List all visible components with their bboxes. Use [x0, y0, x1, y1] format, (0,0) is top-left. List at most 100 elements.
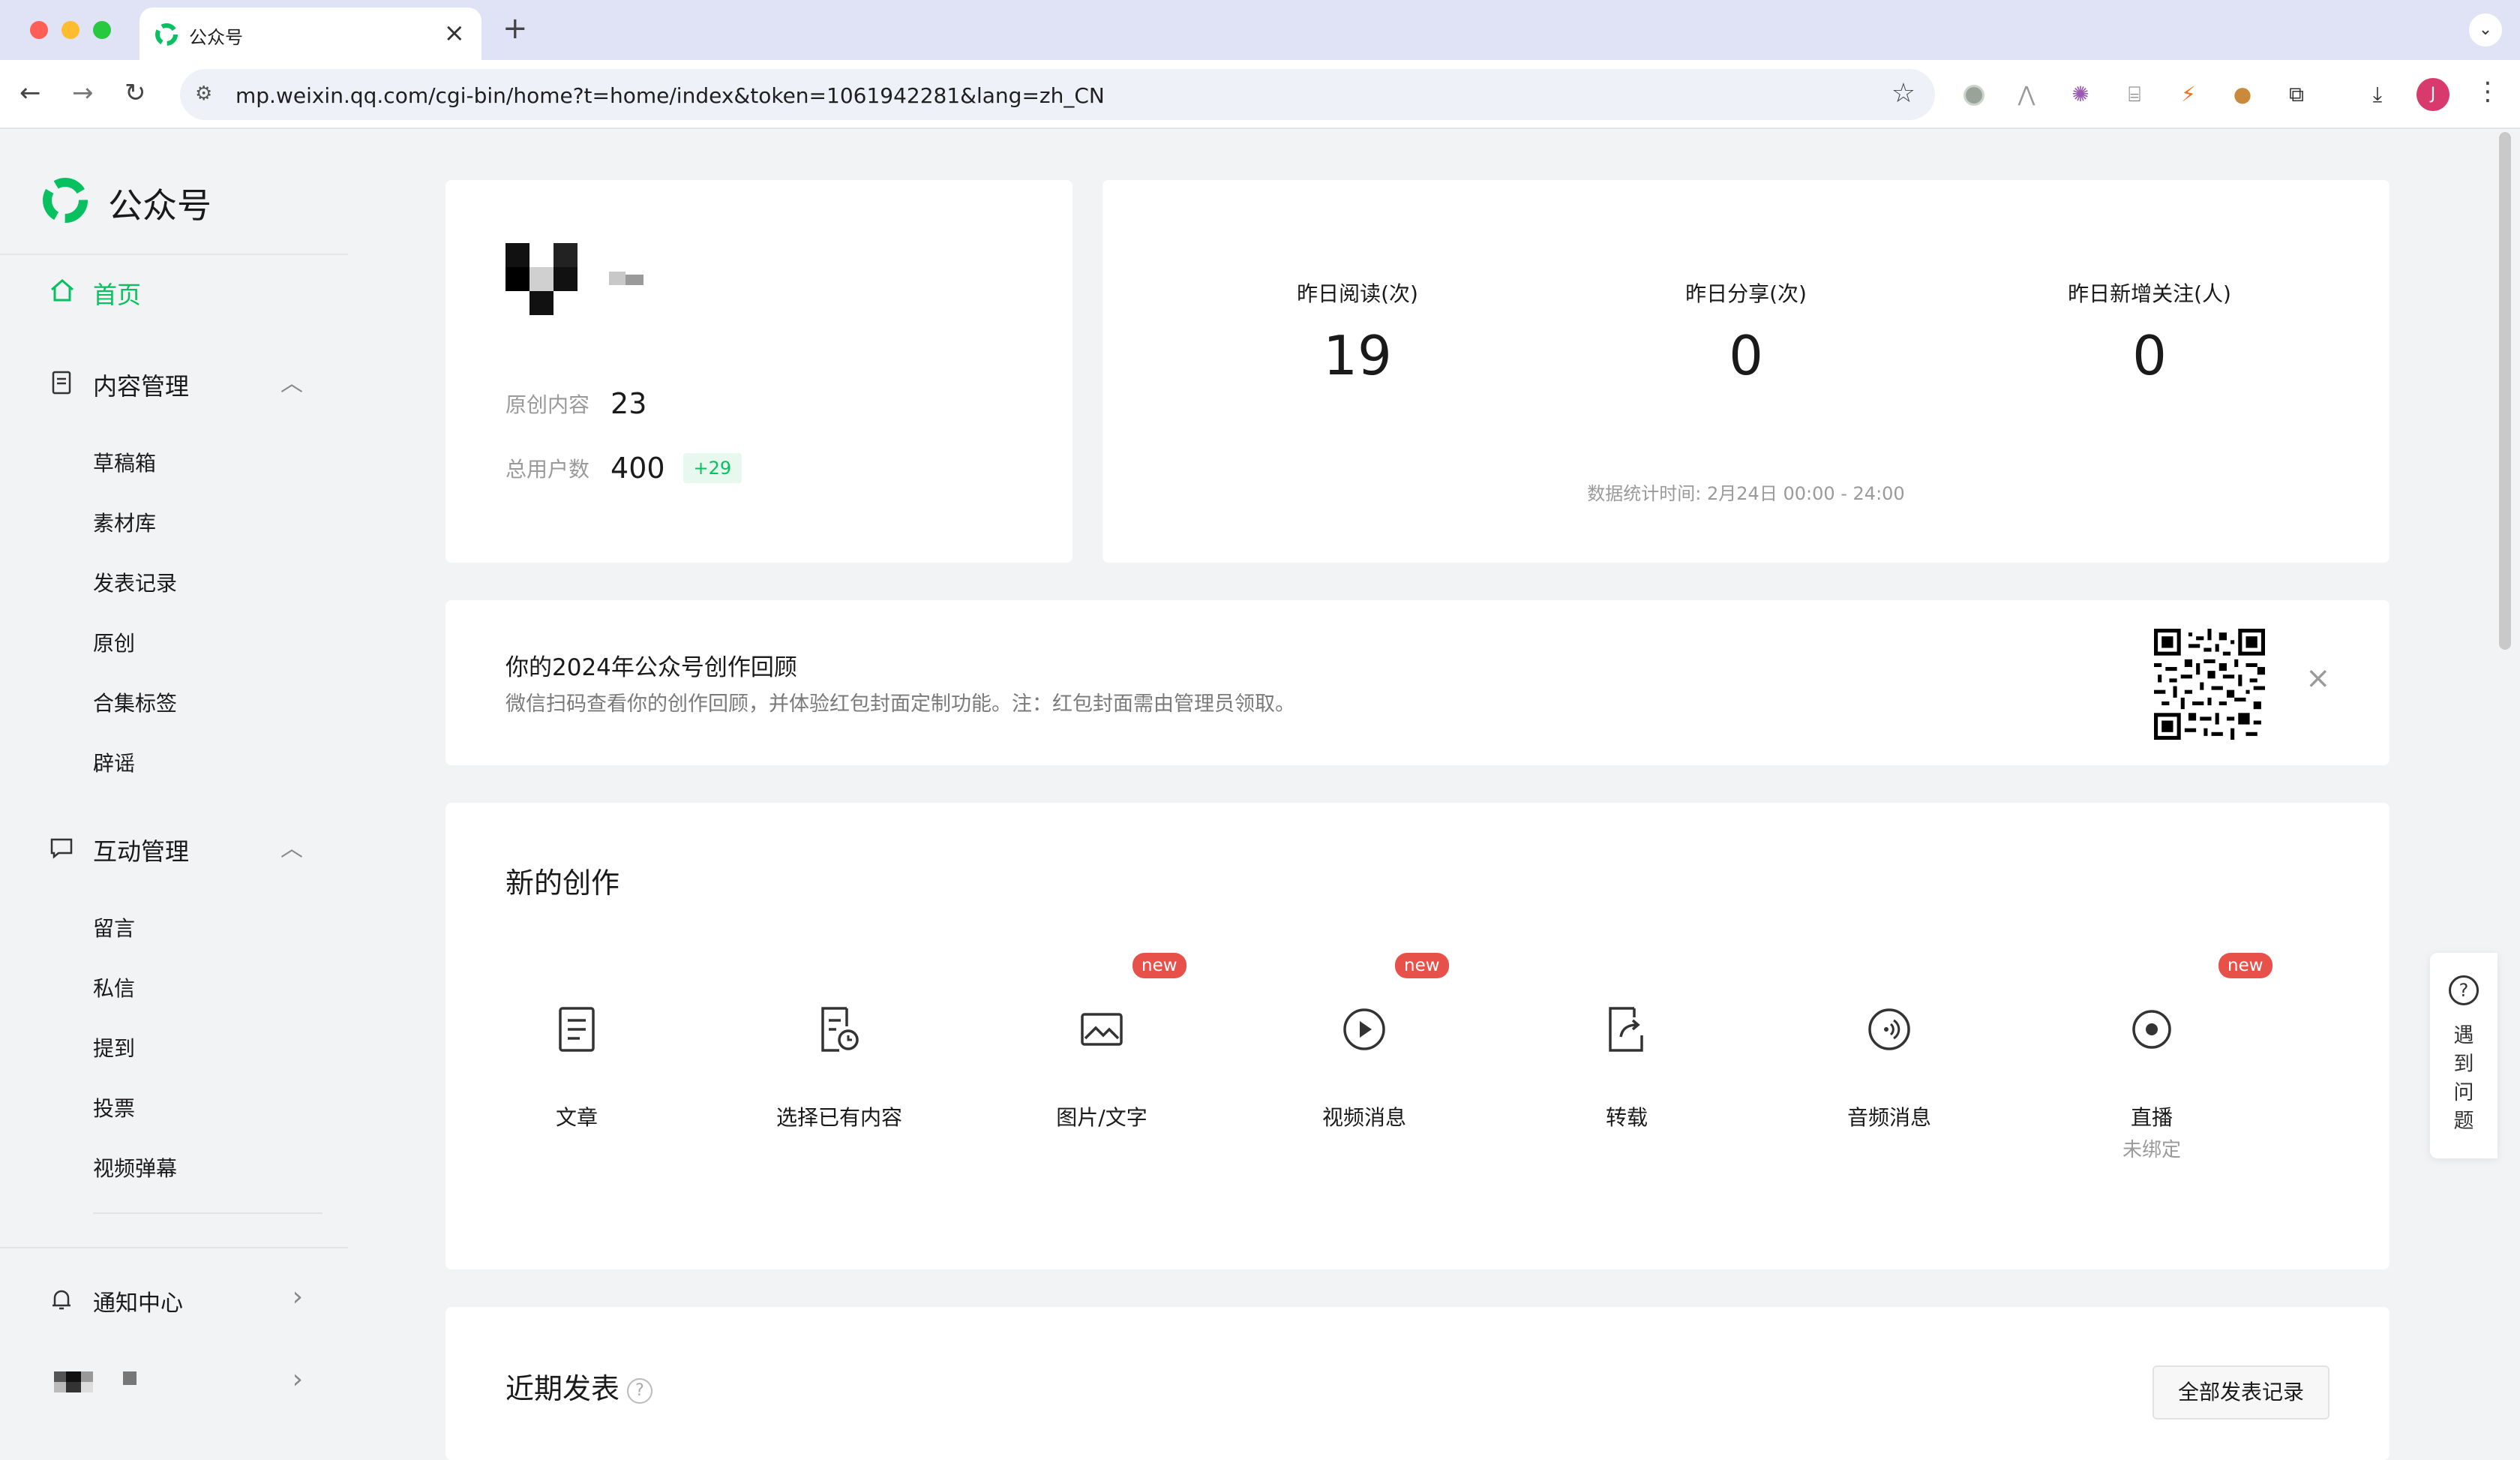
- chevron-up-icon[interactable]: ︿: [280, 365, 303, 398]
- create-item-label: 图片/文字: [1056, 1105, 1148, 1130]
- sidebar-item-mentions[interactable]: 提到: [93, 1032, 135, 1062]
- original-content-row: 原创内容 23: [506, 387, 646, 420]
- browser-tab-active[interactable]: 公众号 ×: [140, 8, 482, 60]
- sidebar-item-rumor[interactable]: 辟谣: [93, 747, 135, 777]
- help-question-icon[interactable]: ?: [627, 1377, 653, 1404]
- create-repost-button[interactable]: 转载: [1496, 803, 1758, 1130]
- repost-icon: [1609, 1007, 1643, 1052]
- create-item-label: 转载: [1605, 1105, 1648, 1130]
- create-item-label: 选择已有内容: [776, 1105, 902, 1130]
- grey-circle-icon[interactable]: [1959, 80, 1989, 110]
- section-title: 近期发表: [506, 1372, 620, 1405]
- page-scrollbar[interactable]: [2499, 132, 2511, 650]
- forward-arrow-icon[interactable]: →: [72, 77, 94, 110]
- sidebar-group-interaction[interactable]: 互动管理 ︿: [48, 830, 303, 866]
- account-switcher[interactable]: ›: [48, 1364, 303, 1401]
- sidebar-group-content[interactable]: 内容管理 ︿: [48, 365, 303, 401]
- account-overview-card: 原创内容 23 总用户数 400 +29: [446, 180, 1072, 563]
- chevron-up-icon[interactable]: ︿: [280, 830, 303, 863]
- wechat-mp-logo-icon: [43, 178, 88, 223]
- video-icon: [1343, 1008, 1385, 1050]
- recent-publications-card: 近期发表? 全部发表记录: [446, 1307, 2390, 1460]
- create-audio-button[interactable]: 音频消息: [1758, 803, 2020, 1130]
- sidebar: 公众号 首页 内容管理 ︿ 草稿箱 素材库 发表记录 原创 合集标签 辟谣 互动…: [0, 129, 348, 1460]
- chevron-right-icon[interactable]: ›: [292, 1281, 303, 1312]
- annual-review-banner: 你的2024年公众号创作回顾 微信扫码查看你的创作回顾，并体验红包封面定制功能。…: [446, 600, 2390, 765]
- create-article-button[interactable]: 文章: [446, 803, 708, 1130]
- new-tab-button[interactable]: +: [502, 12, 528, 45]
- new-badge: new: [1132, 953, 1186, 978]
- all-publish-records-button[interactable]: 全部发表记录: [2152, 1365, 2330, 1419]
- create-live-button[interactable]: new 直播 未绑定: [2020, 803, 2283, 1161]
- create-item-label: 音频消息: [1846, 1105, 1931, 1130]
- original-content-label: 原创内容: [506, 392, 590, 417]
- window-close-button[interactable]: [30, 21, 48, 39]
- sidebar-group-label: 互动管理: [93, 837, 190, 866]
- sidebar-item-publish-records[interactable]: 发表记录: [93, 567, 177, 597]
- document-icon: [52, 371, 71, 395]
- browser-tabstrip: 公众号 × + ⌄: [0, 0, 2520, 60]
- download-icon[interactable]: ⤓: [2362, 80, 2392, 110]
- metric-label: 昨日阅读(次): [1297, 281, 1418, 306]
- site-settings-icon[interactable]: ⚙: [195, 83, 212, 105]
- url-text[interactable]: mp.weixin.qq.com/cgi-bin/home?t=home/ind…: [236, 83, 1105, 108]
- create-item-label: 视频消息: [1322, 1105, 1406, 1130]
- sidebar-item-comments[interactable]: 留言: [93, 912, 135, 942]
- create-item-label: 直播: [2130, 1105, 2173, 1130]
- home-icon: [51, 279, 74, 302]
- sidebar-item-notifications[interactable]: 通知中心 ›: [48, 1281, 303, 1317]
- browser-toolbar: ← → ↻ ⚙ mp.weixin.qq.com/cgi-bin/home?t=…: [0, 60, 2520, 129]
- metric-value: 19: [1323, 324, 1392, 387]
- metric-new-followers: 昨日新增关注(人) 0: [1954, 278, 2344, 387]
- help-float-button[interactable]: ? 遇到问题: [2430, 953, 2498, 1158]
- translate-icon[interactable]: ⌸: [2120, 80, 2150, 110]
- bookmark-star-icon[interactable]: ☆: [1892, 78, 1916, 109]
- new-creation-card: 新的创作 文章 选择已有内容 new 图片/文字 new 视频消息 转载 音频消…: [446, 803, 2390, 1269]
- reload-icon[interactable]: ↻: [124, 77, 146, 110]
- article-icon: [559, 1007, 595, 1052]
- openai-icon[interactable]: ✺: [2066, 80, 2096, 110]
- account-avatar[interactable]: [506, 243, 578, 315]
- sidebar-item-drafts[interactable]: 草稿箱: [93, 447, 156, 477]
- window-minimize-button[interactable]: [62, 21, 80, 39]
- sidebar-item-messages[interactable]: 私信: [93, 972, 135, 1002]
- metric-reads: 昨日阅读(次) 19: [1162, 278, 1552, 387]
- create-existing-content-button[interactable]: 选择已有内容: [708, 803, 970, 1130]
- live-unbound-status: 未绑定: [2122, 1139, 2181, 1161]
- browser-menu-icon[interactable]: ⋮: [2475, 77, 2500, 107]
- sidebar-item-label: 首页: [93, 281, 142, 309]
- sidebar-item-video-danmaku[interactable]: 视频弹幕: [93, 1152, 177, 1182]
- tab-close-icon[interactable]: ×: [444, 18, 466, 48]
- chevron-right-icon[interactable]: ›: [292, 1364, 303, 1395]
- create-video-button[interactable]: new 视频消息: [1233, 803, 1496, 1130]
- puzzle-icon[interactable]: ⧉: [2282, 80, 2312, 110]
- total-users-row: 总用户数 400 +29: [506, 452, 742, 485]
- perplexity-icon[interactable]: ⋀: [2012, 80, 2042, 110]
- account-avatar: [54, 1371, 136, 1392]
- sidebar-item-materials[interactable]: 素材库: [93, 507, 156, 537]
- account-name-redacted: [609, 272, 644, 285]
- wechat-mp-favicon-icon: [155, 23, 178, 46]
- window-zoom-button[interactable]: [93, 21, 111, 39]
- create-item-label: 文章: [555, 1105, 598, 1130]
- cookie-icon[interactable]: ●: [2228, 80, 2258, 110]
- sidebar-item-votes[interactable]: 投票: [93, 1092, 135, 1122]
- tab-title: 公众号: [189, 27, 243, 48]
- create-image-text-button[interactable]: new 图片/文字: [970, 803, 1233, 1130]
- sidebar-group-label: 内容管理: [93, 372, 190, 401]
- total-users-label: 总用户数: [506, 457, 590, 482]
- recent-title-wrap: 近期发表?: [506, 1365, 653, 1407]
- sidebar-item-collection-tags[interactable]: 合集标签: [93, 687, 177, 717]
- bolt-icon[interactable]: ⚡: [2174, 80, 2204, 110]
- existing-content-icon: [821, 1007, 859, 1052]
- profile-avatar[interactable]: J: [2416, 78, 2450, 111]
- back-arrow-icon[interactable]: ←: [20, 77, 41, 110]
- banner-description: 微信扫码查看你的创作回顾，并体验红包封面定制功能。注：红包封面需由管理员领取。: [506, 692, 1295, 716]
- sidebar-item-label: 通知中心: [93, 1290, 183, 1317]
- tab-search-button[interactable]: ⌄: [2469, 14, 2502, 47]
- banner-close-icon[interactable]: ×: [2306, 663, 2331, 693]
- question-circle-icon: ?: [2449, 975, 2479, 1005]
- sidebar-item-original[interactable]: 原创: [93, 627, 135, 657]
- address-bar[interactable]: ⚙ mp.weixin.qq.com/cgi-bin/home?t=home/i…: [180, 69, 1935, 120]
- metric-label: 昨日分享(次): [1685, 281, 1807, 306]
